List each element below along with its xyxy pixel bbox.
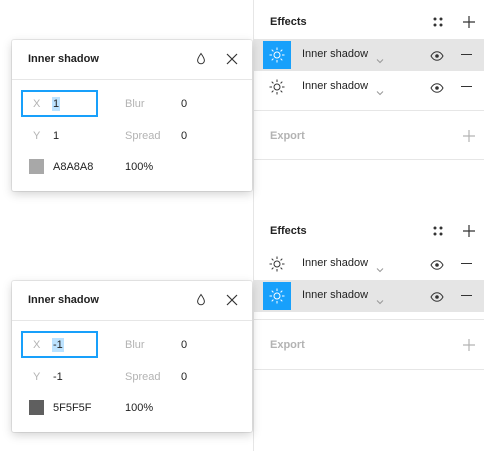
- remove-effect-icon[interactable]: [461, 54, 472, 55]
- popover-header: Inner shadow: [12, 281, 252, 321]
- popover-title: Inner shadow: [28, 53, 99, 65]
- add-export-icon[interactable]: [461, 337, 477, 353]
- export-title: Export: [270, 130, 305, 142]
- chevron-down-icon[interactable]: [376, 83, 384, 96]
- blend-mode-drop-icon[interactable]: [195, 293, 207, 307]
- close-icon[interactable]: [225, 52, 239, 66]
- effects-title: Effects: [270, 225, 307, 237]
- effect-row[interactable]: Inner shadow: [254, 71, 484, 103]
- effect-type-label[interactable]: Inner shadow: [302, 257, 368, 269]
- y-value[interactable]: 1: [53, 130, 59, 142]
- y-label: Y: [33, 130, 41, 142]
- eye-icon[interactable]: [430, 258, 444, 270]
- blur-value[interactable]: 0: [181, 98, 187, 110]
- opacity-value[interactable]: 100%: [125, 161, 153, 173]
- divider: [254, 369, 484, 370]
- blur-value[interactable]: 0: [181, 339, 187, 351]
- color-hex-value[interactable]: 5F5F5F: [53, 402, 92, 414]
- color-swatch[interactable]: [29, 159, 44, 174]
- y-value[interactable]: -1: [53, 371, 63, 383]
- popover-title: Inner shadow: [28, 294, 99, 306]
- divider: [254, 319, 484, 320]
- chevron-down-icon[interactable]: [376, 292, 384, 305]
- remove-effect-icon[interactable]: [461, 86, 472, 87]
- popover-header: Inner shadow: [12, 40, 252, 80]
- effect-row[interactable]: Inner shadow: [254, 39, 484, 71]
- divider: [254, 110, 484, 111]
- sun-icon[interactable]: [263, 282, 291, 310]
- inner-shadow-popover: Inner shadow X 1 Blur 0 Y 1 Spread 0 A8A…: [12, 40, 252, 191]
- export-header: Export: [254, 122, 484, 150]
- style-grid-icon[interactable]: [430, 14, 446, 30]
- chevron-down-icon[interactable]: [376, 260, 384, 273]
- effect-type-label[interactable]: Inner shadow: [302, 289, 368, 301]
- remove-effect-icon[interactable]: [461, 295, 472, 296]
- add-export-icon[interactable]: [461, 128, 477, 144]
- effect-row[interactable]: Inner shadow: [254, 280, 484, 312]
- sun-icon[interactable]: [263, 73, 291, 101]
- add-effect-icon[interactable]: [461, 14, 477, 30]
- effect-type-label[interactable]: Inner shadow: [302, 80, 368, 92]
- blend-mode-drop-icon[interactable]: [195, 52, 207, 66]
- effect-row[interactable]: Inner shadow: [254, 248, 484, 280]
- add-effect-icon[interactable]: [461, 223, 477, 239]
- blur-label: Blur: [125, 339, 145, 351]
- divider: [254, 159, 484, 160]
- effects-header: Effects: [254, 8, 484, 36]
- style-grid-icon[interactable]: [430, 223, 446, 239]
- eye-icon[interactable]: [430, 49, 444, 61]
- effect-type-label[interactable]: Inner shadow: [302, 48, 368, 60]
- color-hex-value[interactable]: A8A8A8: [53, 161, 93, 173]
- effects-header: Effects: [254, 217, 484, 245]
- spread-value[interactable]: 0: [181, 371, 187, 383]
- color-swatch[interactable]: [29, 400, 44, 415]
- x-label: X: [33, 339, 41, 351]
- remove-effect-icon[interactable]: [461, 263, 472, 264]
- design-panel: Effects Inner shadow Inner shadow Export: [253, 0, 484, 451]
- effects-title: Effects: [270, 16, 307, 28]
- opacity-value[interactable]: 100%: [125, 402, 153, 414]
- x-label: X: [33, 98, 41, 110]
- inner-shadow-popover: Inner shadow X -1 Blur 0 Y -1 Spread 0 5…: [12, 281, 252, 432]
- y-label: Y: [33, 371, 41, 383]
- x-value[interactable]: 1: [52, 97, 61, 111]
- eye-icon[interactable]: [430, 290, 444, 302]
- x-value[interactable]: -1: [52, 338, 64, 352]
- sun-icon[interactable]: [263, 250, 291, 278]
- export-title: Export: [270, 339, 305, 351]
- export-header: Export: [254, 331, 484, 359]
- x-offset-input[interactable]: X 1: [21, 90, 98, 117]
- x-offset-input[interactable]: X -1: [21, 331, 98, 358]
- sun-icon[interactable]: [263, 41, 291, 69]
- spread-label: Spread: [125, 371, 161, 383]
- blur-label: Blur: [125, 98, 145, 110]
- spread-value[interactable]: 0: [181, 130, 187, 142]
- eye-icon[interactable]: [430, 81, 444, 93]
- chevron-down-icon[interactable]: [376, 51, 384, 64]
- close-icon[interactable]: [225, 293, 239, 307]
- spread-label: Spread: [125, 130, 161, 142]
